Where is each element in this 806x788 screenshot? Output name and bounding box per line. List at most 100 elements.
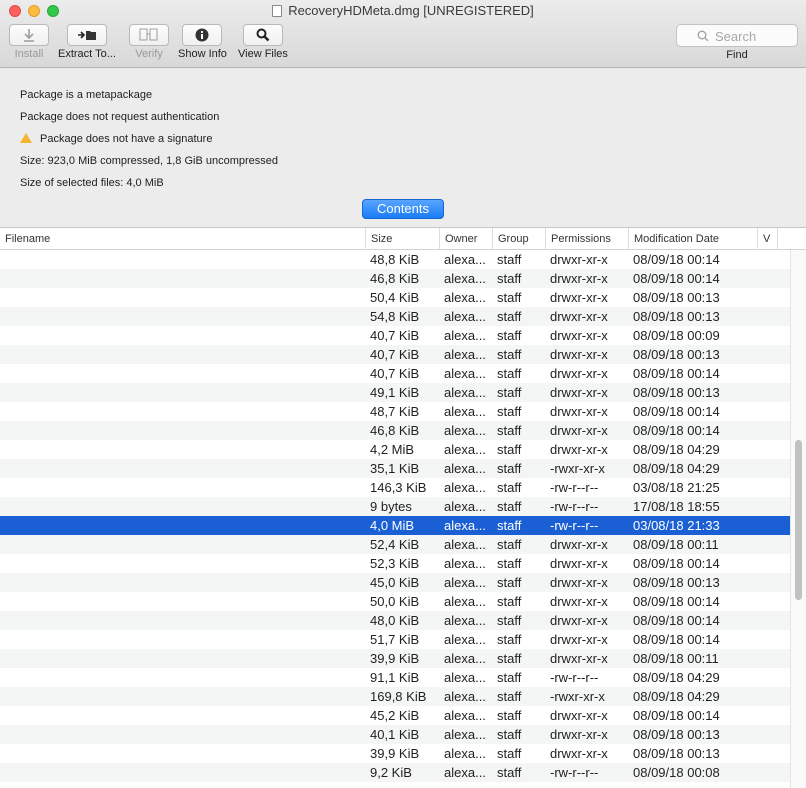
owner-cell: alexa... — [444, 290, 486, 305]
table-row[interactable]: hr.lproj48,0 KiBalexa...staffdrwxr-xr-x0… — [0, 611, 790, 630]
group-cell: staff — [497, 556, 522, 571]
size-cell: 48,7 KiB — [370, 404, 420, 419]
group-cell: staff — [497, 366, 522, 381]
group-cell: staff — [497, 271, 522, 286]
column-size[interactable]: Size — [366, 228, 440, 250]
table-row[interactable]: fr.lproj52,4 KiBalexa...staffdrwxr-xr-x0… — [0, 535, 790, 554]
table-row[interactable]: MP51.crc329 bytesalexa...staff-rw-r--r--… — [0, 497, 790, 516]
group-cell: staff — [497, 765, 522, 780]
table-row[interactable]: efiupdater35,1 KiBalexa...staff-rwxr-xr-… — [0, 459, 790, 478]
table-row[interactable]: he.lproj45,0 KiBalexa...staffdrwxr-xr-x0… — [0, 573, 790, 592]
owner-cell: alexa... — [444, 404, 486, 419]
table-row[interactable]: hu.lproj51,7 KiBalexa...staffdrwxr-xr-x0… — [0, 630, 790, 649]
tab-contents[interactable]: Contents — [362, 199, 444, 219]
show-info-button[interactable]: Show Info — [178, 24, 227, 60]
column-extra[interactable]: V — [758, 228, 778, 250]
table-row[interactable]: cs.lproj48,8 KiBalexa...staffdrwxr-xr-x0… — [0, 250, 790, 269]
table-row[interactable]: InstallAssistantTool169,8 KiBalexa...sta… — [0, 687, 790, 706]
owner-cell: alexa... — [444, 385, 486, 400]
table-row[interactable]: InstallAssistant.icns91,1 KiBalexa...sta… — [0, 668, 790, 687]
owner-cell: alexa... — [444, 328, 486, 343]
install-btn-frame[interactable] — [9, 24, 49, 46]
date-cell: 08/09/18 00:14 — [633, 556, 720, 571]
table-row[interactable]: en_GB.lproj40,7 KiBalexa...staffdrwxr-xr… — [0, 364, 790, 383]
size-cell: 39,9 KiB — [370, 746, 420, 761]
group-cell: staff — [497, 708, 522, 723]
size-cell: 169,8 KiB — [370, 689, 427, 704]
scrollbar-thumb[interactable] — [795, 440, 802, 600]
table-row[interactable]: id.lproj39,9 KiBalexa...staffdrwxr-xr-x0… — [0, 649, 790, 668]
size-cell: 91,1 KiB — [370, 670, 420, 685]
date-cell: 08/09/18 00:11 — [633, 651, 719, 666]
owner-cell: alexa... — [444, 423, 486, 438]
size-cell: 54,8 KiB — [370, 309, 420, 324]
group-cell: staff — [497, 404, 522, 419]
verify-button[interactable]: Verify — [129, 24, 169, 60]
extract-btn-frame[interactable] — [66, 24, 107, 46]
size-cell: 39,9 KiB — [370, 651, 420, 666]
table-row[interactable]: fr_CA.lproj52,3 KiBalexa...staffdrwxr-xr… — [0, 554, 790, 573]
table-row[interactable]: fi.lproj46,8 KiBalexa...staffdrwxr-xr-x0… — [0, 421, 790, 440]
group-cell: staff — [497, 328, 522, 343]
install-button[interactable]: Install — [9, 24, 49, 60]
document-icon — [272, 5, 283, 17]
group-cell: staff — [497, 518, 522, 533]
table-row[interactable]: de.lproj50,4 KiBalexa...staffdrwxr-xr-x0… — [0, 288, 790, 307]
info-metapackage: Package is a metapackage — [20, 89, 153, 101]
table-row[interactable]: it.lproj45,2 KiBalexa...staffdrwxr-xr-x0… — [0, 706, 790, 725]
column-permissions[interactable]: Permissions — [546, 228, 629, 250]
table-row[interactable]: es_419.lproj48,7 KiBalexa...staffdrwxr-x… — [0, 402, 790, 421]
table-row[interactable]: moreInfo.tiff9,2 KiBalexa...staff-rw-r--… — [0, 763, 790, 782]
date-cell: 08/09/18 00:14 — [633, 404, 720, 419]
date-cell: 08/09/18 04:29 — [633, 689, 720, 704]
show-info-btn-frame[interactable] — [182, 24, 223, 46]
table-row[interactable]: ja.lproj40,1 KiBalexa...staffdrwxr-xr-x0… — [0, 725, 790, 744]
table-body: cs.lproj48,8 KiBalexa...staffdrwxr-xr-x0… — [0, 250, 790, 782]
size-cell: 50,0 KiB — [370, 594, 420, 609]
owner-cell: alexa... — [444, 271, 486, 286]
table-row[interactable]: es.lproj49,1 KiBalexa...staffdrwxr-xr-x0… — [0, 383, 790, 402]
column-group[interactable]: Group — [493, 228, 546, 250]
permissions-cell: drwxr-xr-x — [550, 290, 608, 305]
package-info: Package is a metapackage Package does no… — [20, 88, 278, 198]
group-cell: staff — [497, 385, 522, 400]
vertical-scrollbar[interactable] — [790, 250, 806, 788]
view-files-label: View Files — [238, 48, 288, 60]
file-table: Filename Size Owner Group Permissions Mo… — [0, 227, 806, 788]
verify-btn-frame[interactable] — [129, 24, 169, 46]
table-row[interactable]: el.lproj54,8 KiBalexa...staffdrwxr-xr-x0… — [0, 307, 790, 326]
table-row[interactable]: MP51.fd4,0 MiBalexa...staff-rw-r--r--03/… — [0, 516, 790, 535]
table-row[interactable]: ko.lproj39,9 KiBalexa...staffdrwxr-xr-x0… — [0, 744, 790, 763]
group-cell: staff — [497, 727, 522, 742]
table-row[interactable]: EfiUpdaterApp2.efi146,3 KiBalexa...staff… — [0, 478, 790, 497]
search-icon — [697, 30, 709, 42]
column-filename[interactable]: Filename — [0, 228, 366, 250]
size-cell: 9 bytes — [370, 499, 412, 514]
permissions-cell: drwxr-xr-x — [550, 366, 608, 381]
permissions-cell: drwxr-xr-x — [550, 385, 608, 400]
owner-cell: alexa... — [444, 480, 486, 495]
permissions-cell: drwxr-xr-x — [550, 575, 608, 590]
window-title: RecoveryHDMeta.dmg [UNREGISTERED] — [0, 3, 806, 18]
permissions-cell: drwxr-xr-x — [550, 632, 608, 647]
table-row[interactable]: hi.lproj50,0 KiBalexa...staffdrwxr-xr-x0… — [0, 592, 790, 611]
search-field[interactable]: Search — [676, 24, 798, 47]
column-owner[interactable]: Owner — [440, 228, 493, 250]
column-modification-date[interactable]: Modification Date — [629, 228, 758, 250]
view-files-button[interactable]: View Files — [238, 24, 288, 60]
view-files-btn-frame[interactable] — [242, 24, 283, 46]
date-cell: 17/08/18 18:55 — [633, 499, 720, 514]
date-cell: 08/09/18 00:13 — [633, 309, 720, 324]
table-row[interactable]: en_AU.lproj40,7 KiBalexa...staffdrwxr-xr… — [0, 345, 790, 364]
date-cell: 08/09/18 00:13 — [633, 575, 720, 590]
date-cell: 08/09/18 04:29 — [633, 461, 720, 476]
size-cell: 9,2 KiB — [370, 765, 412, 780]
date-cell: 08/09/18 00:13 — [633, 385, 720, 400]
owner-cell: alexa... — [444, 670, 486, 685]
group-cell: staff — [497, 461, 522, 476]
extract-to-button[interactable]: Extract To... — [58, 24, 116, 60]
table-row[interactable]: Firmware4,2 MiBalexa...staffdrwxr-xr-x08… — [0, 440, 790, 459]
table-row[interactable]: da.lproj46,8 KiBalexa...staffdrwxr-xr-x0… — [0, 269, 790, 288]
table-row[interactable]: en.lproj40,7 KiBalexa...staffdrwxr-xr-x0… — [0, 326, 790, 345]
date-cell: 08/09/18 00:14 — [633, 708, 720, 723]
